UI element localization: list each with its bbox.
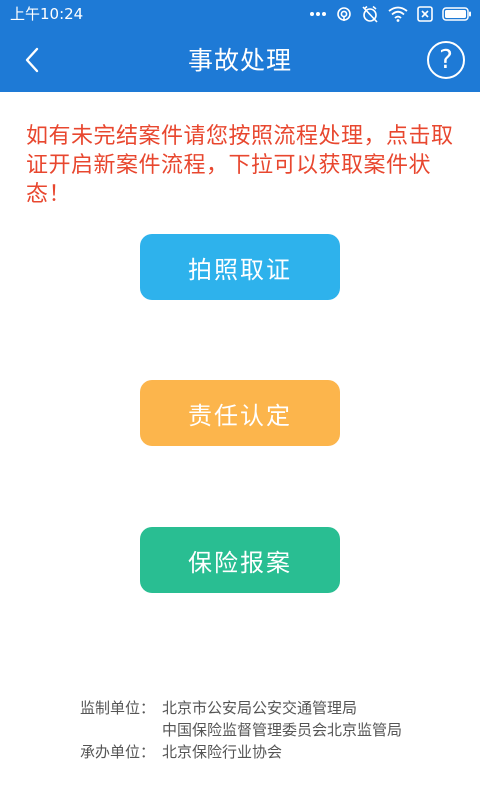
top-nav-bar: 事故处理 ? [0, 28, 480, 92]
status-icons [309, 5, 472, 23]
liability-determination-button[interactable]: 责任认定 [140, 380, 340, 446]
page-title: 事故处理 [187, 46, 292, 75]
sim-card-icon [417, 6, 433, 22]
help-button[interactable]: ? [427, 41, 465, 79]
organizer-name: 北京保险行业协会 [162, 743, 283, 761]
battery-icon [442, 7, 471, 21]
status-time: 上午10:24 [10, 5, 84, 23]
alarm-off-icon [362, 5, 378, 23]
wifi-icon [388, 6, 408, 22]
footer-supervisor-row: 监制单位： 北京市公安局公安交通管理局 [80, 697, 460, 719]
supervisor-label: 监制单位： [80, 699, 156, 717]
supervisor-name-2: 中国保险监督管理委员会北京监管局 [162, 721, 403, 739]
signal-dots-icon [310, 12, 326, 16]
notice-text: 如有未完结案件请您按照流程处理，点击取证开启新案件流程，下拉可以获取案件状态！ [26, 124, 454, 207]
supervisor-name-1: 北京市公安局公安交通管理局 [162, 699, 358, 717]
insurance-report-button[interactable]: 保险报案 [140, 527, 340, 593]
photo-evidence-button[interactable]: 拍照取证 [140, 234, 340, 300]
footer-credits: 监制单位： 北京市公安局公安交通管理局 中国保险监督管理委员会北京监管局 承办单… [80, 697, 460, 763]
hotspot-icon [337, 7, 351, 21]
footer-spacer [80, 719, 162, 741]
status-bar: 上午10:24 [0, 0, 480, 28]
footer-organizer-row: 承办单位： 北京保险行业协会 [80, 741, 460, 763]
footer-supervisor-row-2: 中国保险监督管理委员会北京监管局 [80, 719, 460, 741]
question-mark-icon: ? [439, 45, 453, 75]
organizer-label: 承办单位： [80, 743, 156, 761]
